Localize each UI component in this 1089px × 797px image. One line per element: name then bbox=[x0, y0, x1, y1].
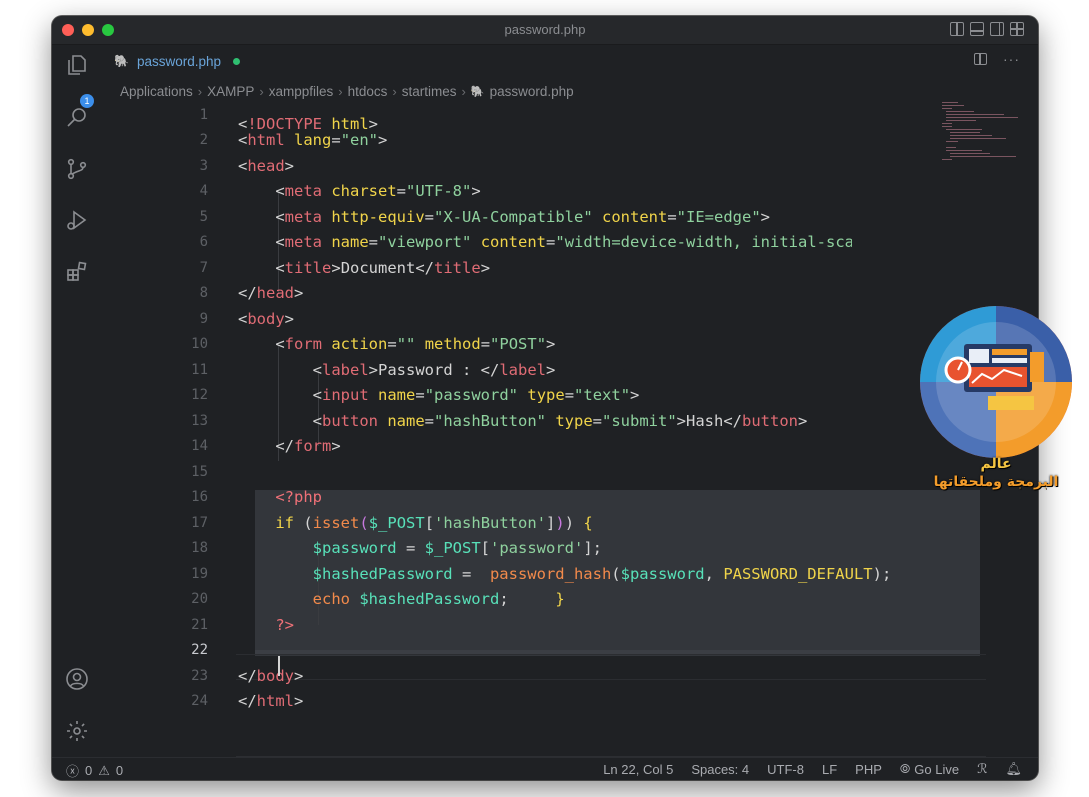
line-number: 7 bbox=[199, 259, 208, 276]
line-number: 8 bbox=[199, 285, 208, 302]
split-editor-icon[interactable] bbox=[974, 53, 987, 65]
error-icon: ⓧ bbox=[66, 764, 80, 779]
window-title: password.php bbox=[504, 22, 586, 37]
tab-actions: ··· bbox=[974, 52, 1020, 66]
chevron-right-icon: › bbox=[197, 83, 203, 99]
status-items: Ln 22, Col 5 Spaces: 4 UTF-8 LF PHP ⦾ Go… bbox=[603, 761, 1022, 777]
warning-icon: ⚠ bbox=[98, 762, 110, 778]
tab-label: password.php bbox=[136, 53, 222, 69]
line-number: 5 bbox=[199, 208, 208, 225]
toggle-panel-icon[interactable] bbox=[970, 22, 984, 36]
chevron-right-icon: › bbox=[461, 83, 466, 99]
code-line: <meta name="viewport" content="width=dev… bbox=[275, 233, 852, 252]
explorer-icon[interactable] bbox=[65, 53, 89, 77]
line-number: 24 bbox=[191, 693, 208, 710]
indent-guide bbox=[318, 549, 319, 625]
layout-controls bbox=[950, 22, 1024, 36]
tab-password-php[interactable]: 🐘 password.php bbox=[114, 45, 241, 77]
line-number: 11 bbox=[191, 361, 208, 378]
search-icon[interactable] bbox=[65, 105, 89, 129]
encoding[interactable]: UTF-8 bbox=[767, 762, 804, 777]
end-of-line[interactable]: LF bbox=[822, 762, 837, 777]
activity-bar: 1 bbox=[52, 45, 102, 758]
line-number: 20 bbox=[191, 591, 208, 608]
tab-bar: 🐘 password.php ··· bbox=[102, 45, 1038, 77]
more-actions-icon[interactable]: ··· bbox=[1003, 52, 1020, 66]
code-editor[interactable]: 1 2 3 4 5 6 7 8 9 10 11 12 13 14 15 16 17 18 19 20 21 22 23 24 … bbox=[102, 102, 1038, 758]
line-number: 3 bbox=[199, 157, 208, 174]
php-file-icon: 🐘 bbox=[114, 54, 129, 68]
line-number: 2 bbox=[199, 132, 208, 149]
editor-window: password.php 1 🐘 password.php ··· Applic… bbox=[52, 16, 1038, 780]
customize-layout-icon[interactable] bbox=[1010, 22, 1024, 36]
breadcrumb-item[interactable]: Applications bbox=[120, 84, 193, 99]
line-number: 9 bbox=[199, 310, 208, 327]
bell-icon[interactable]: 🔔︎ bbox=[1005, 761, 1022, 777]
logo-text-line1: عالم bbox=[980, 456, 1012, 472]
title-bar: password.php bbox=[52, 16, 1038, 45]
php-file-icon: 🐘 bbox=[470, 85, 485, 98]
line-number: 13 bbox=[191, 412, 208, 429]
error-count: 0 bbox=[85, 763, 93, 778]
status-bar: ⓧ 0 ⚠ 0 Ln 22, Col 5 Spaces: 4 UTF-8 LF … bbox=[52, 757, 1038, 780]
chevron-right-icon: › bbox=[392, 83, 397, 99]
current-line-highlight bbox=[236, 654, 986, 680]
source-control-icon[interactable] bbox=[65, 157, 89, 181]
line-number: 10 bbox=[191, 336, 208, 353]
minimap[interactable] bbox=[942, 102, 1022, 162]
breadcrumb-item[interactable]: startimes bbox=[402, 84, 457, 99]
broadcast-icon: ⦾ bbox=[899, 761, 911, 776]
go-live-button[interactable]: ⦾ Go Live bbox=[900, 761, 959, 777]
account-icon[interactable] bbox=[65, 667, 89, 691]
line-number: 4 bbox=[199, 183, 208, 200]
line-number: 1 bbox=[199, 106, 208, 123]
line-number: 15 bbox=[191, 463, 208, 480]
text-cursor bbox=[278, 656, 280, 676]
extensions-icon[interactable] bbox=[65, 260, 89, 284]
language-mode[interactable]: PHP bbox=[855, 762, 882, 777]
breadcrumb-item[interactable]: password.php bbox=[490, 84, 574, 99]
line-number: 18 bbox=[191, 540, 208, 557]
run-debug-icon[interactable] bbox=[65, 208, 89, 232]
indent-guide bbox=[318, 370, 319, 446]
line-number: 12 bbox=[191, 387, 208, 404]
unsaved-dot-icon[interactable] bbox=[233, 57, 241, 65]
line-number: 19 bbox=[191, 565, 208, 582]
line-number: 14 bbox=[191, 438, 208, 455]
logo-text-line2: البرمجة وملحقاتها bbox=[933, 474, 1059, 490]
toggle-sidebar-icon[interactable] bbox=[950, 22, 964, 36]
cursor-position[interactable]: Ln 22, Col 5 bbox=[603, 762, 673, 777]
toggle-secondary-sidebar-icon[interactable] bbox=[990, 22, 1004, 36]
settings-gear-icon[interactable] bbox=[65, 719, 89, 743]
line-number: 21 bbox=[191, 616, 208, 633]
problems-indicator[interactable]: ⓧ 0 ⚠ 0 bbox=[66, 761, 123, 780]
line-number: 23 bbox=[191, 667, 208, 684]
indentation[interactable]: Spaces: 4 bbox=[691, 762, 749, 777]
warning-count: 0 bbox=[115, 763, 124, 778]
feedback-icon[interactable]: ℛ bbox=[977, 761, 987, 777]
site-logo: عالم البرمجة وملحقاتها bbox=[918, 304, 1074, 494]
line-number: 22 bbox=[191, 642, 208, 659]
line-number: 16 bbox=[191, 489, 208, 506]
line-number: 17 bbox=[191, 514, 208, 531]
